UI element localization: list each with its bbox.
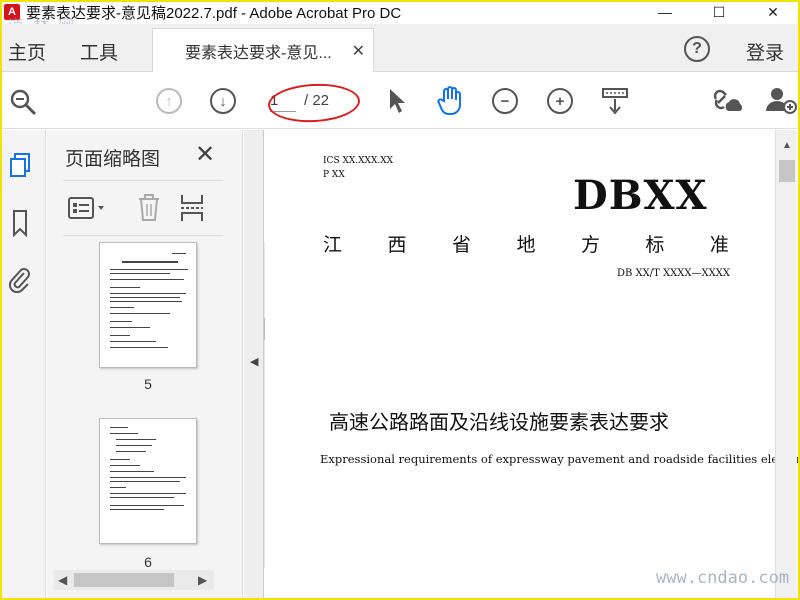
thumbnail-text-line bbox=[110, 307, 134, 308]
tab-document[interactable]: 要素表达要求-意见... ✕ bbox=[152, 28, 374, 72]
thumbnail-panel: 页面缩略图 ✕ 5 6 bbox=[47, 130, 281, 600]
thumbnail-text-line bbox=[110, 335, 130, 336]
thumbnail-options-icon[interactable] bbox=[67, 193, 107, 223]
thumbnail-text-line bbox=[110, 321, 132, 322]
thumbnail-text-line bbox=[110, 297, 180, 298]
page-thumbnail[interactable] bbox=[99, 418, 197, 544]
document-subtitle: Expressional requirements of expressway … bbox=[320, 452, 800, 466]
thumbnail-text-line bbox=[110, 505, 184, 506]
page-up-icon[interactable]: ↑ bbox=[156, 88, 182, 114]
scrollbar-thumb[interactable] bbox=[74, 573, 174, 587]
ics-line: ICS XX.XXX.XX bbox=[323, 156, 394, 166]
standard-type-char: 西 bbox=[387, 234, 407, 256]
page-down-icon[interactable]: ↓ bbox=[210, 88, 236, 114]
thumbnail-text-line bbox=[110, 301, 182, 302]
search-icon[interactable] bbox=[8, 87, 38, 117]
thumbnail-text-line bbox=[110, 341, 156, 342]
zoom-in-icon[interactable]: + bbox=[547, 88, 573, 114]
window-controls: — ☐ ✕ bbox=[638, 0, 800, 24]
scroll-right-arrow-icon[interactable]: ▶ bbox=[198, 573, 207, 587]
thumbnail-list: 5 6 bbox=[63, 242, 233, 568]
standard-type-char: 江 bbox=[323, 234, 343, 256]
thumbnail-text-line bbox=[110, 313, 170, 314]
add-user-icon[interactable] bbox=[764, 85, 798, 117]
delete-page-icon[interactable] bbox=[137, 193, 161, 223]
document-page: ICS XX.XXX.XX P XX DBXX 江 西 省 地 方 标 准 DB… bbox=[265, 130, 800, 600]
thumbnail-text-line bbox=[110, 433, 138, 434]
thumbnail-text-line bbox=[116, 451, 146, 452]
thumbnail-text-line bbox=[110, 273, 170, 274]
thumbnail-text-line bbox=[110, 279, 184, 280]
standard-type-char: 地 bbox=[516, 234, 536, 256]
page-thumbnail[interactable] bbox=[99, 242, 197, 368]
thumbnail-text-line bbox=[110, 287, 140, 288]
thumbnail-horizontal-scrollbar[interactable]: ◀ ▶ bbox=[54, 570, 214, 590]
window-title: 要素表达要求-意见稿2022.7.pdf - Adobe Acrobat Pro… bbox=[26, 4, 402, 22]
document-scrollbar[interactable]: ▲ bbox=[775, 130, 797, 600]
tab-home[interactable]: 主页 bbox=[8, 38, 46, 65]
thumbnail-text-line bbox=[110, 293, 186, 294]
thumbnail-text-line bbox=[110, 497, 174, 498]
scrollbar-thumb[interactable] bbox=[779, 160, 795, 182]
title-bar: A 要素表达要求-意见稿2022.7.pdf - Adobe Acrobat P… bbox=[0, 0, 800, 24]
left-rail bbox=[0, 130, 46, 600]
thumbnail-text-line bbox=[110, 471, 154, 472]
p-line: P XX bbox=[323, 170, 345, 180]
thumbnail-text-line bbox=[110, 487, 126, 488]
minimize-button[interactable]: — bbox=[638, 0, 692, 24]
thumbnail-text-line bbox=[110, 493, 186, 494]
select-cursor-icon[interactable] bbox=[386, 87, 408, 115]
close-button[interactable]: ✕ bbox=[746, 0, 800, 24]
thumbnail-text-line bbox=[116, 445, 152, 446]
standard-type-char: 准 bbox=[709, 234, 729, 256]
thumbnail-text-line bbox=[110, 269, 188, 270]
thumbnail-text-line bbox=[110, 427, 128, 428]
close-icon[interactable]: ✕ bbox=[352, 41, 365, 61]
login-button[interactable]: 登录 bbox=[746, 38, 784, 65]
thumbnail-text-line bbox=[172, 253, 186, 254]
close-icon[interactable]: ✕ bbox=[195, 140, 215, 169]
thumbnail-text-line bbox=[122, 261, 178, 263]
thumbnail-page-label: 5 bbox=[144, 376, 152, 392]
thumbnail-text-line bbox=[110, 459, 130, 460]
scroll-up-arrow-icon[interactable]: ▲ bbox=[782, 140, 792, 151]
standard-type-char: 省 bbox=[451, 234, 471, 256]
tab-row: 主页 工具 要素表达要求-意见... ✕ bbox=[0, 24, 800, 72]
page-thumbnails-icon[interactable] bbox=[8, 152, 32, 178]
share-link-icon[interactable] bbox=[712, 85, 746, 117]
standard-number: DB XX/T XXXX—XXXX bbox=[617, 268, 730, 279]
scroll-left-arrow-icon[interactable]: ◀ bbox=[58, 573, 67, 587]
thumbnail-text-line bbox=[110, 481, 180, 482]
watermark-bottom: www.cndao.com bbox=[656, 568, 790, 588]
tab-tools[interactable]: 工具 bbox=[80, 38, 118, 65]
thumbnail-text-line bbox=[110, 347, 168, 348]
standard-type-heading: 江 西 省 地 方 标 准 bbox=[323, 230, 729, 257]
collapse-arrow-icon: ◀ bbox=[250, 356, 259, 368]
standard-code: DBXX bbox=[573, 172, 708, 219]
standard-type-char: 方 bbox=[580, 234, 600, 256]
thumbnail-text-line bbox=[110, 465, 140, 466]
help-icon[interactable]: ? bbox=[684, 36, 710, 62]
panel-toolbar bbox=[63, 180, 223, 236]
document-title: 高速公路路面及沿线设施要素表达要求 bbox=[329, 410, 669, 434]
hand-tool-icon[interactable] bbox=[436, 85, 466, 117]
zoom-out-icon[interactable]: − bbox=[492, 88, 518, 114]
thumbnail-page-label: 6 bbox=[144, 554, 152, 568]
bookmark-icon[interactable] bbox=[8, 210, 32, 237]
maximize-button[interactable]: ☐ bbox=[692, 0, 746, 24]
panel-title: 页面缩略图 bbox=[65, 149, 161, 170]
ics-code: ICS XX.XXX.XX P XX bbox=[323, 154, 393, 182]
thumbnail-text-line bbox=[110, 477, 186, 478]
thumbnail-text-line bbox=[110, 327, 150, 328]
panel-collapse-button[interactable]: ◀ bbox=[244, 130, 264, 600]
split-page-icon[interactable] bbox=[179, 193, 205, 223]
document-tab-label: 要素表达要求-意见... bbox=[185, 44, 332, 62]
scroll-mode-icon[interactable] bbox=[600, 86, 630, 116]
standard-type-char: 标 bbox=[645, 234, 665, 256]
thumbnail-text-line bbox=[116, 439, 156, 440]
attachment-icon[interactable] bbox=[8, 266, 32, 293]
thumbnail-text-line bbox=[110, 509, 164, 510]
toolbar: ↑ ↓ / 22 − + bbox=[0, 73, 800, 129]
